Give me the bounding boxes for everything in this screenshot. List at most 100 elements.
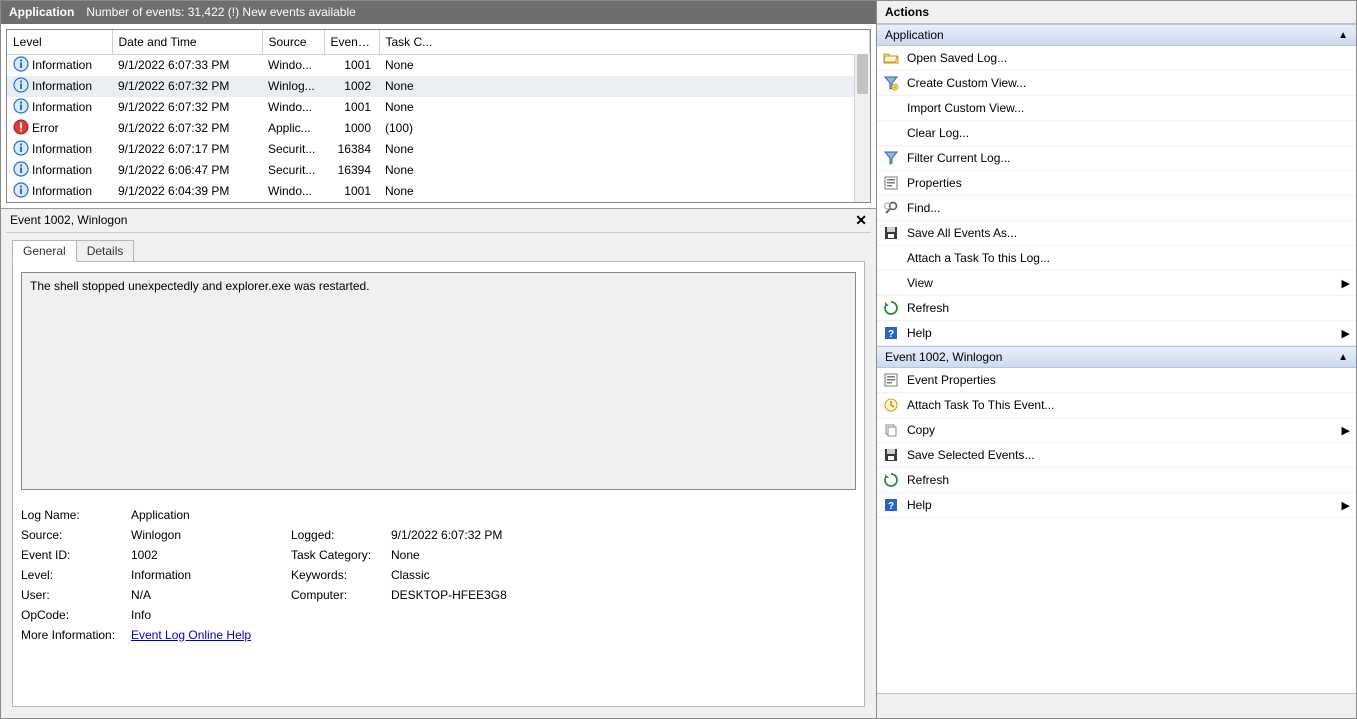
- action-view[interactable]: View▶: [877, 271, 1356, 296]
- action-find[interactable]: Find...: [877, 196, 1356, 221]
- action-copy[interactable]: Copy▶: [877, 418, 1356, 443]
- action-attach-a-task-to-this-log[interactable]: Attach a Task To this Log...: [877, 246, 1356, 271]
- event-message: The shell stopped unexpectedly and explo…: [21, 272, 856, 490]
- tab-details[interactable]: Details: [76, 240, 135, 261]
- action-clear-log[interactable]: Clear Log...: [877, 121, 1356, 146]
- info-icon: [13, 140, 29, 159]
- event-row[interactable]: Information9/1/2022 6:07:32 PMWindo...10…: [7, 97, 870, 118]
- submenu-arrow-icon: ▶: [1342, 499, 1350, 512]
- blank-icon: [883, 275, 899, 291]
- lab-computer: Computer:: [291, 588, 391, 602]
- event-task: None: [379, 76, 870, 97]
- submenu-arrow-icon: ▶: [1342, 277, 1350, 290]
- action-event-properties[interactable]: Event Properties: [877, 368, 1356, 393]
- lab-logname: Log Name:: [21, 508, 131, 522]
- event-source: Securit...: [262, 139, 324, 160]
- blank-icon: [883, 100, 899, 116]
- val-eventid: 1002: [131, 548, 291, 562]
- action-refresh[interactable]: Refresh: [877, 468, 1356, 493]
- log-subtitle: Number of events: 31,422 (!) New events …: [86, 1, 355, 24]
- lab-keywords: Keywords:: [291, 568, 391, 582]
- col-taskcat[interactable]: Task C...: [379, 30, 870, 54]
- event-list-scrollbar[interactable]: [854, 54, 870, 202]
- event-id: 16384: [324, 139, 379, 160]
- action-import-custom-view[interactable]: Import Custom View...: [877, 96, 1356, 121]
- event-grid[interactable]: Level Date and Time Source Event ID Task…: [7, 30, 870, 202]
- event-date: 9/1/2022 6:07:32 PM: [112, 76, 262, 97]
- action-properties[interactable]: Properties: [877, 171, 1356, 196]
- action-create-custom-view[interactable]: Create Custom View...: [877, 71, 1356, 96]
- blank-icon: [883, 250, 899, 266]
- blank-icon: [883, 125, 899, 141]
- col-eventid[interactable]: Event ID: [324, 30, 379, 54]
- lab-level: Level:: [21, 568, 131, 582]
- collapse-icon: ▲: [1338, 352, 1348, 363]
- val-source: Winlogon: [131, 528, 291, 542]
- event-task: None: [379, 139, 870, 160]
- col-source[interactable]: Source: [262, 30, 324, 54]
- submenu-arrow-icon: ▶: [1342, 424, 1350, 437]
- properties-icon: [883, 175, 899, 191]
- event-level: Error: [32, 121, 59, 135]
- col-level[interactable]: Level: [7, 30, 112, 54]
- event-level: Information: [32, 79, 92, 93]
- event-task: None: [379, 97, 870, 118]
- event-row[interactable]: Information9/1/2022 6:07:32 PMWinlog...1…: [7, 76, 870, 97]
- event-source: Windo...: [262, 181, 324, 202]
- tab-body-general: The shell stopped unexpectedly and explo…: [12, 261, 865, 708]
- action-attach-task-to-this-event[interactable]: Attach Task To This Event...: [877, 393, 1356, 418]
- action-open-saved-log[interactable]: Open Saved Log...: [877, 46, 1356, 71]
- tab-general[interactable]: General: [12, 240, 77, 262]
- action-save-selected-events[interactable]: Save Selected Events...: [877, 443, 1356, 468]
- actions-section-event[interactable]: Event 1002, Winlogon ▲: [877, 346, 1356, 368]
- event-source: Windo...: [262, 97, 324, 118]
- event-source: Securit...: [262, 160, 324, 181]
- event-row[interactable]: Information9/1/2022 6:07:33 PMWindo...10…: [7, 54, 870, 76]
- event-date: 9/1/2022 6:07:33 PM: [112, 54, 262, 76]
- copy-icon: [883, 422, 899, 438]
- event-row[interactable]: Information9/1/2022 6:07:17 PMSecurit...…: [7, 139, 870, 160]
- lab-opcode: OpCode:: [21, 608, 131, 622]
- close-detail-button[interactable]: ✕: [855, 212, 867, 229]
- lab-logged: Logged:: [291, 528, 391, 542]
- lab-user: User:: [21, 588, 131, 602]
- action-help[interactable]: Help ▶: [877, 493, 1356, 518]
- val-computer: DESKTOP-HFEE3G8: [391, 588, 856, 602]
- info-icon: [13, 182, 29, 201]
- event-date: 9/1/2022 6:07:32 PM: [112, 118, 262, 139]
- action-save-all-events-as[interactable]: Save All Events As...: [877, 221, 1356, 246]
- val-opcode: Info: [131, 608, 856, 622]
- actions-title: Actions: [877, 1, 1356, 24]
- error-icon: [13, 119, 29, 138]
- info-icon: [13, 98, 29, 117]
- action-label: Help: [907, 498, 1334, 512]
- lab-taskcat: Task Category:: [291, 548, 391, 562]
- section-title-app: Application: [885, 28, 944, 42]
- actions-panel: Actions Application ▲ Open Saved Log... C…: [877, 0, 1357, 719]
- save-icon: [883, 225, 899, 241]
- refresh-icon: [883, 472, 899, 488]
- action-label: Refresh: [907, 301, 1350, 315]
- lab-eventid: Event ID:: [21, 548, 131, 562]
- action-help[interactable]: Help▶: [877, 321, 1356, 346]
- col-date[interactable]: Date and Time: [112, 30, 262, 54]
- help-link[interactable]: Event Log Online Help: [131, 628, 251, 642]
- event-date: 9/1/2022 6:04:39 PM: [112, 181, 262, 202]
- action-label: Attach a Task To this Log...: [907, 251, 1350, 265]
- help-icon: [883, 325, 899, 341]
- action-label: Create Custom View...: [907, 76, 1350, 90]
- event-row[interactable]: Information9/1/2022 6:06:47 PMSecurit...…: [7, 160, 870, 181]
- info-icon: [13, 161, 29, 180]
- log-header-bar: Application Number of events: 31,422 (!)…: [1, 1, 876, 24]
- action-refresh[interactable]: Refresh: [877, 296, 1356, 321]
- actions-section-application[interactable]: Application ▲: [877, 24, 1356, 46]
- event-row[interactable]: Information9/1/2022 6:04:39 PMWindo...10…: [7, 181, 870, 202]
- scrollbar-thumb[interactable]: [857, 54, 868, 94]
- action-label: Help: [907, 326, 1334, 340]
- event-properties-grid: Log Name: Application Source: Winlogon L…: [21, 508, 856, 642]
- action-label: Import Custom View...: [907, 101, 1350, 115]
- event-row[interactable]: Error9/1/2022 6:07:32 PMApplic...1000(10…: [7, 118, 870, 139]
- action-label: Save All Events As...: [907, 226, 1350, 240]
- action-filter-current-log[interactable]: Filter Current Log...: [877, 146, 1356, 171]
- event-source: Applic...: [262, 118, 324, 139]
